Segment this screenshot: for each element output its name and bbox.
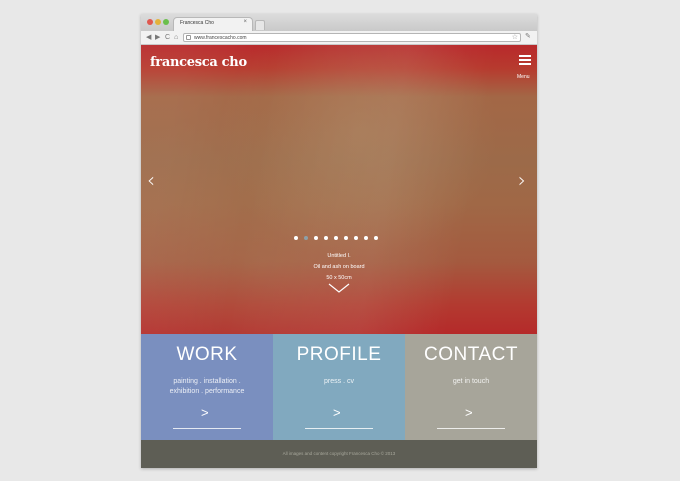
url-text: www.francescacho.com	[194, 35, 247, 41]
slide-dot[interactable]	[374, 236, 378, 240]
slide-dot[interactable]	[314, 236, 318, 240]
tile-subtitle-line: exhibition . performance	[169, 388, 245, 395]
tile-subtitle: painting . installation . exhibition . pe…	[151, 377, 263, 397]
tile-title: PROFILE	[296, 344, 382, 365]
footer: All images and content copyright Frances…	[141, 440, 537, 468]
scroll-down-icon[interactable]	[327, 282, 351, 294]
tile-underline	[437, 428, 505, 429]
tile-underline	[305, 428, 373, 429]
tile-title: WORK	[176, 344, 238, 365]
reload-icon[interactable]: C	[165, 32, 170, 43]
next-slide-arrow[interactable]: ›	[518, 170, 526, 190]
tile-subtitle-line: painting . installation .	[173, 378, 241, 385]
bookmark-star-icon[interactable]: ☆	[512, 33, 518, 41]
site-logo[interactable]: francesca cho	[150, 55, 247, 70]
wrench-icon[interactable]: ✎	[525, 32, 531, 40]
hero-slideshow: francesca cho Menu ‹ › Untitled I. Oil an…	[141, 45, 537, 334]
minimize-window-button[interactable]	[155, 19, 161, 25]
tile-subtitle: press . cv	[283, 377, 395, 387]
tile-contact[interactable]: CONTACT get in touch >	[405, 334, 537, 440]
slide-dot[interactable]	[354, 236, 358, 240]
tab-title: Francesca Cho	[180, 20, 214, 26]
tile-subtitle: get in touch	[415, 377, 527, 387]
tile-title: CONTACT	[424, 344, 518, 365]
browser-toolbar: ◀ ▶ C ⌂ www.francescacho.com ☆ ✎	[141, 31, 537, 45]
tile-profile[interactable]: PROFILE press . cv >	[273, 334, 405, 440]
tile-subtitle-line: get in touch	[452, 378, 490, 385]
chevron-right-icon[interactable]: >	[465, 405, 473, 420]
caption-line: Oil and ash on board	[313, 264, 365, 270]
slide-dot[interactable]	[344, 236, 348, 240]
slide-dot[interactable]	[294, 236, 298, 240]
prev-slide-arrow[interactable]: ‹	[147, 170, 155, 190]
slide-caption: Untitled I. Oil and ash on board 50 x 50cm	[289, 251, 389, 284]
tile-underline	[173, 428, 241, 429]
new-tab-button[interactable]	[255, 20, 265, 30]
menu-label[interactable]: Menu	[517, 74, 530, 80]
hamburger-menu-icon[interactable]	[519, 55, 531, 67]
slide-dot[interactable]	[304, 236, 308, 240]
slide-dot[interactable]	[364, 236, 368, 240]
close-window-button[interactable]	[147, 19, 153, 25]
tile-work[interactable]: WORK painting . installation . exhibition …	[141, 334, 273, 440]
chevron-right-icon[interactable]: >	[201, 405, 209, 420]
section-tiles: WORK painting . installation . exhibition …	[141, 334, 537, 440]
tile-subtitle-line: press . cv	[324, 378, 354, 385]
slide-dot[interactable]	[334, 236, 338, 240]
title-bar: Francesca Cho ×	[141, 14, 537, 31]
copyright-text: All images and content copyright Frances…	[282, 451, 396, 456]
browser-window: Francesca Cho × ◀ ▶ C ⌂ www.francescacho…	[141, 14, 537, 468]
maximize-window-button[interactable]	[163, 19, 169, 25]
chevron-right-icon[interactable]: >	[333, 405, 341, 420]
forward-icon[interactable]: ▶	[155, 32, 160, 43]
slide-dot[interactable]	[324, 236, 328, 240]
back-icon[interactable]: ◀	[146, 32, 151, 43]
address-bar[interactable]: www.francescacho.com ☆	[183, 33, 521, 42]
tab-close-icon[interactable]: ×	[243, 19, 247, 25]
caption-line: Untitled I.	[327, 253, 351, 259]
home-icon[interactable]: ⌂	[174, 32, 178, 43]
page-icon	[186, 35, 191, 40]
browser-tab[interactable]: Francesca Cho ×	[173, 17, 253, 31]
